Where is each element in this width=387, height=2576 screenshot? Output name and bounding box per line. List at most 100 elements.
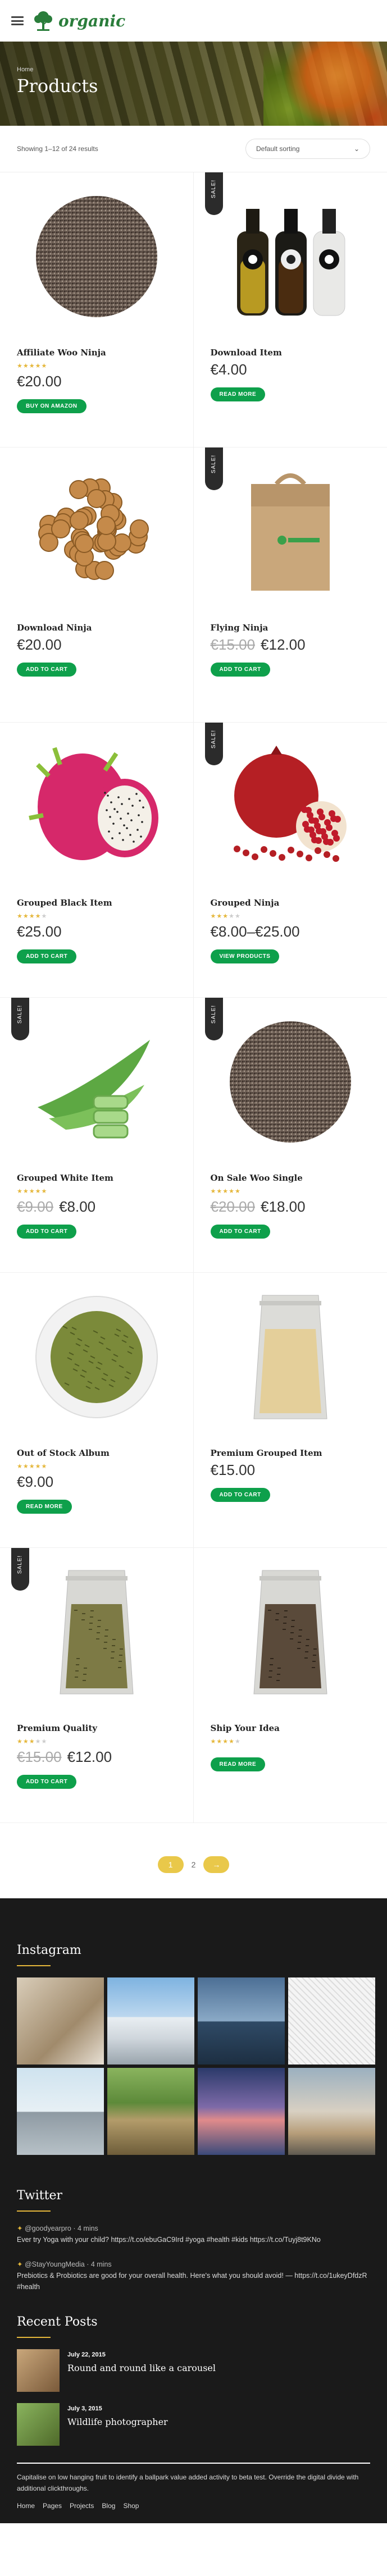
- product-name[interactable]: On Sale Woo Single: [211, 1173, 371, 1183]
- product-action-button[interactable]: BUY ON AMAZON: [17, 399, 86, 413]
- product-action-button[interactable]: VIEW PRODUCTS: [210, 949, 280, 963]
- logo[interactable]: organic: [31, 9, 125, 33]
- product-action-button[interactable]: ADD TO CART: [210, 1488, 270, 1502]
- current-price: €8.00–€25.00: [210, 923, 300, 940]
- rating-stars: ★★★★★: [17, 1463, 48, 1470]
- post-title[interactable]: Wildlife photographer: [67, 2417, 168, 2427]
- tweet-list: ✦ @goodyearpro · 4 mins Ever try Yoga wit…: [17, 2223, 370, 2292]
- product-name[interactable]: Out of Stock Album: [17, 1448, 176, 1458]
- sort-select[interactable]: Default sorting ⌄: [245, 139, 370, 159]
- post-title[interactable]: Round and round like a carousel: [67, 2363, 216, 2373]
- current-price: €8.00: [59, 1198, 96, 1215]
- product-image[interactable]: [211, 1548, 371, 1716]
- footer-menu-item[interactable]: Home: [17, 2502, 35, 2510]
- page-link-2[interactable]: 2: [192, 1860, 196, 1869]
- product-image[interactable]: [211, 723, 371, 891]
- sale-badge: SALE!: [204, 447, 223, 490]
- instagram-photo[interactable]: [17, 2068, 104, 2155]
- product-price: €20.00 €18.00: [211, 1198, 371, 1216]
- current-price: €15.00: [210, 1461, 256, 1478]
- product-image[interactable]: [211, 172, 371, 341]
- shop-toolbar: Showing 1–12 of 24 results Default sorti…: [0, 126, 387, 172]
- product-price: €20.00: [17, 373, 176, 390]
- product-name[interactable]: Premium Quality: [17, 1723, 176, 1733]
- product-image[interactable]: [211, 1273, 371, 1441]
- site-header: organic: [0, 0, 387, 42]
- product-name[interactable]: Grouped White Item: [17, 1173, 176, 1183]
- post-thumbnail[interactable]: [17, 2349, 60, 2392]
- instagram-photo[interactable]: [288, 2068, 375, 2155]
- product-card: SALE! Download Item €4.00 READ MORE: [193, 172, 387, 447]
- product-card: Premium Grouped Item €15.00 ADD TO CART: [193, 1273, 387, 1548]
- post-date: July 3, 2015: [67, 2405, 102, 2412]
- current-price: €25.00: [17, 923, 62, 940]
- product-action-button[interactable]: ADD TO CART: [17, 949, 77, 963]
- product-name[interactable]: Affiliate Woo Ninja: [17, 348, 176, 358]
- instagram-photo[interactable]: [198, 1977, 285, 2065]
- product-image[interactable]: [17, 998, 176, 1166]
- rating-stars: ★★★★★: [17, 1738, 48, 1745]
- footer-menu-item[interactable]: Pages: [43, 2502, 62, 2510]
- result-count: Showing 1–12 of 24 results: [17, 145, 98, 153]
- next-page-button[interactable]: →: [203, 1856, 230, 1873]
- old-price: €15.00: [210, 636, 256, 653]
- product-action-button[interactable]: ADD TO CART: [17, 1775, 77, 1789]
- instagram-photo[interactable]: [288, 1977, 375, 2065]
- product-image[interactable]: [17, 723, 176, 891]
- product-card: Affiliate Woo Ninja ★★★★★ €20.00 BUY ON AMA…: [0, 172, 194, 447]
- product-action-button[interactable]: ADD TO CART: [17, 1225, 77, 1239]
- twitter-title: Twitter: [17, 2189, 62, 2203]
- product-action-button[interactable]: ADD TO CART: [210, 663, 270, 677]
- post-thumbnail[interactable]: [17, 2403, 60, 2446]
- product-action-button[interactable]: ADD TO CART: [210, 1225, 270, 1239]
- sale-badge: SALE!: [11, 998, 29, 1040]
- product-name[interactable]: Flying Ninja: [211, 623, 371, 633]
- instagram-photo[interactable]: [107, 1977, 194, 2065]
- product-action-button[interactable]: ADD TO CART: [17, 663, 77, 677]
- instagram-grid: [17, 1977, 375, 2155]
- tweet-time: · 4 mins: [73, 2225, 98, 2232]
- instagram-title: Instagram: [17, 1943, 81, 1957]
- product-image[interactable]: [211, 447, 371, 616]
- product-image[interactable]: [17, 1548, 176, 1716]
- footer-menu-item[interactable]: Projects: [70, 2502, 94, 2510]
- footer-menu-item[interactable]: Shop: [123, 2502, 139, 2510]
- instagram-photo[interactable]: [198, 2068, 285, 2155]
- product-name[interactable]: Premium Grouped Item: [211, 1448, 371, 1458]
- footer-menu-item[interactable]: Blog: [102, 2502, 115, 2510]
- tweet-handle[interactable]: @StayYoungMedia: [25, 2260, 85, 2268]
- menu-icon[interactable]: [11, 16, 24, 25]
- product-image[interactable]: [17, 1273, 176, 1441]
- tweet-text: Prebiotics & Probiotics are good for you…: [17, 2272, 367, 2291]
- product-name[interactable]: Download Ninja: [17, 623, 176, 633]
- product-action-button[interactable]: READ MORE: [210, 1757, 266, 1771]
- instagram-photo[interactable]: [17, 1977, 104, 2065]
- breadcrumb[interactable]: Home: [17, 66, 33, 73]
- tweet-handle[interactable]: @goodyearpro: [25, 2225, 71, 2232]
- product-price: €25.00: [17, 923, 176, 940]
- product-name[interactable]: Ship Your Idea: [211, 1723, 371, 1733]
- product-action-button[interactable]: READ MORE: [210, 387, 266, 401]
- page-hero: Home Products: [0, 42, 387, 126]
- rating-stars: ★★★★★: [210, 1188, 241, 1195]
- product-price: €9.00 €8.00: [17, 1198, 176, 1216]
- instagram-photo[interactable]: [107, 2068, 194, 2155]
- sale-badge: SALE!: [204, 723, 223, 765]
- product-image[interactable]: [17, 447, 176, 616]
- rating-stars: ★★★★★: [17, 1188, 48, 1195]
- post-date: July 22, 2015: [67, 2351, 106, 2358]
- product-name[interactable]: Download Item: [211, 348, 371, 358]
- product-price: €15.00 €12.00: [211, 636, 371, 654]
- recent-posts-title: Recent Posts: [17, 2315, 98, 2329]
- current-price: €12.00: [261, 636, 306, 653]
- product-action-button[interactable]: READ MORE: [17, 1500, 72, 1514]
- product-name[interactable]: Grouped Ninja: [211, 898, 371, 908]
- product-name[interactable]: Grouped Black Item: [17, 898, 176, 908]
- product-image[interactable]: [211, 998, 371, 1166]
- page-current[interactable]: 1: [157, 1856, 184, 1873]
- site-footer: Instagram Twitter ✦ @goodyearpro · 4 min…: [0, 1898, 387, 2523]
- twitter-bird-icon: ✦: [17, 2225, 23, 2232]
- logo-text: organic: [58, 11, 126, 30]
- product-image[interactable]: [17, 172, 176, 341]
- chevron-down-icon: ⌄: [353, 145, 359, 153]
